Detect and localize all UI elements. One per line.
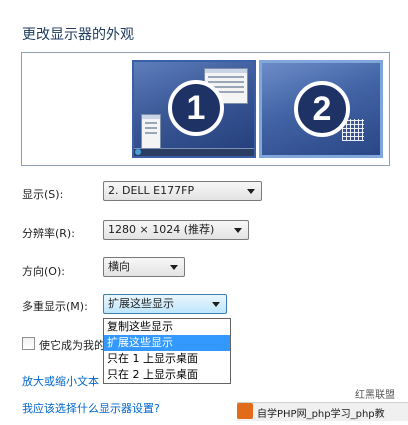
multiple-displays-dropdown[interactable]: 复制这些显示 扩展这些显示 只在 1 上显示桌面 只在 2 上显示桌面	[103, 318, 231, 384]
dropdown-option-duplicate[interactable]: 复制这些显示	[104, 319, 230, 335]
orientation-select-value: 横向	[108, 260, 130, 273]
monitor-2-number: 2	[294, 81, 350, 137]
resolution-select-value: 1280 × 1024 (推荐)	[108, 223, 215, 236]
resize-text-link[interactable]: 放大或缩小文本	[22, 373, 99, 389]
monitor-2[interactable]: 2	[259, 60, 383, 158]
watermark-logo-icon	[237, 403, 253, 419]
monitor-1-number: 1	[168, 80, 224, 136]
watermark-text: 自学PHP网_php学习_php教	[257, 409, 385, 420]
which-settings-link[interactable]: 我应该选择什么显示器设置?	[22, 400, 160, 416]
dropdown-option-only-2[interactable]: 只在 2 上显示桌面	[104, 367, 230, 383]
display-label: 显示(S):	[22, 188, 64, 201]
start-icon	[135, 149, 141, 155]
orientation-select[interactable]: 横向	[103, 257, 185, 277]
chevron-down-icon	[247, 189, 255, 194]
page-title: 更改显示器的外观	[22, 27, 134, 43]
monitor-1[interactable]: 1	[132, 60, 256, 158]
display-preview-area: 1 2	[21, 52, 390, 166]
chevron-down-icon	[212, 302, 220, 307]
resolution-label: 分辨率(R):	[22, 227, 75, 240]
multiple-displays-select-value: 扩展这些显示	[108, 297, 174, 310]
resolution-select[interactable]: 1280 × 1024 (推荐)	[103, 220, 249, 240]
watermark-logo-text: 红黑联盟	[355, 390, 395, 401]
dropdown-option-only-1[interactable]: 只在 1 上显示桌面	[104, 351, 230, 367]
display-select[interactable]: 2. DELL E177FP	[103, 181, 262, 201]
dropdown-option-extend[interactable]: 扩展这些显示	[104, 335, 230, 351]
main-display-checkbox-label: 使它成为我的	[39, 339, 105, 352]
orientation-label: 方向(O):	[22, 265, 65, 278]
window-thumbnail	[141, 114, 161, 150]
multiple-displays-label: 多重显示(M):	[22, 300, 88, 313]
chevron-down-icon	[170, 265, 178, 270]
multiple-displays-select[interactable]: 扩展这些显示	[103, 294, 227, 314]
taskbar	[134, 148, 254, 156]
display-select-value: 2. DELL E177FP	[108, 184, 195, 197]
main-display-checkbox[interactable]	[22, 337, 35, 350]
chevron-down-icon	[234, 228, 242, 233]
